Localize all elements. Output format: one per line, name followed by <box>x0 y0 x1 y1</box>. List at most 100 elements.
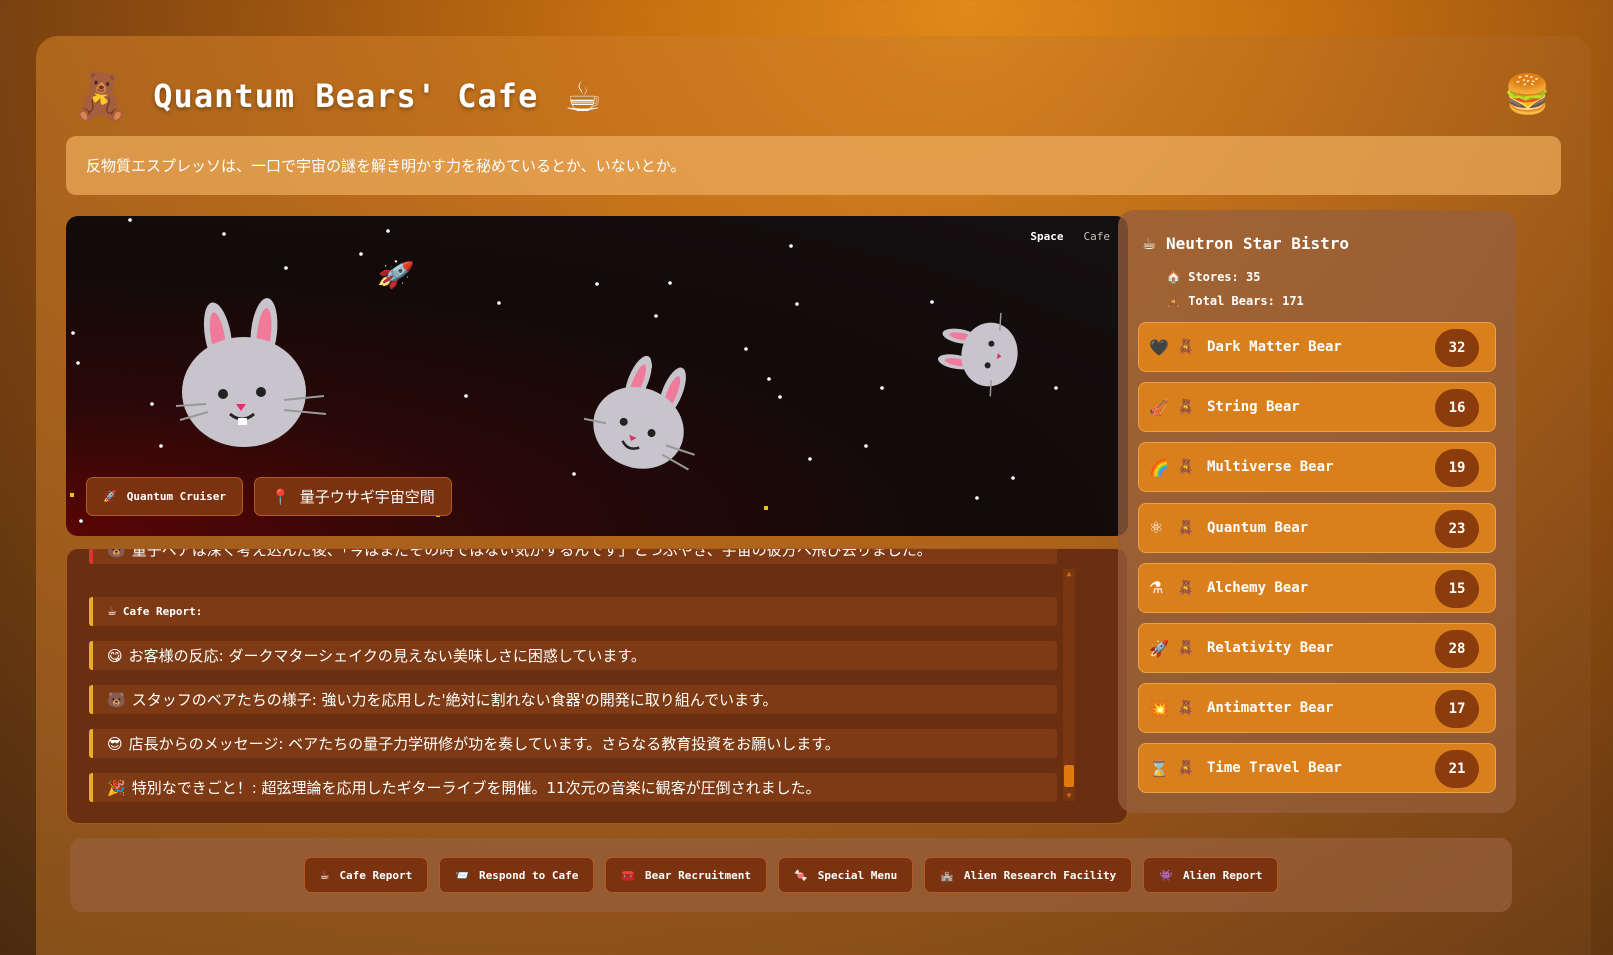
log-entry-text: 店長からのメッセージ: ベアたちの量子力学研修が功を奏しています。さらなる教育投… <box>128 735 840 753</box>
quantum-cruiser-label: Quantum Cruiser <box>126 490 227 503</box>
teddy-bear-icon: 🧸 <box>1177 760 1195 777</box>
location-button[interactable]: 📍 量子ウサギ宇宙空間 <box>254 477 452 516</box>
header: 🧸 Quantum Bears' Cafe ☕ <box>72 64 602 128</box>
bear-item-dark-matter-bear[interactable]: 🖤 🧸 Dark Matter Bear 32 <box>1138 322 1496 372</box>
bear-count-badge: 32 <box>1435 329 1479 367</box>
bunny-sprite-small[interactable] <box>929 299 1033 403</box>
button-label: Bear Recruitment <box>645 868 752 882</box>
teddy-bear-icon: 🧸 <box>1177 579 1195 596</box>
hamburger-menu-icon[interactable]: 🍔 <box>1504 72 1551 117</box>
scroll-thumb[interactable] <box>1064 765 1074 787</box>
coffee-cup-icon: ☕ <box>319 868 330 882</box>
button-label: Cafe Report <box>339 868 413 882</box>
event-log[interactable]: 🐻 量子ベアは深く考え込んだ後、「今はまだその時ではない気がするんです」とつぶやき… <box>66 548 1128 824</box>
log-entry-text: Cafe Report: <box>122 605 203 618</box>
special-menu-button[interactable]: 🍬 Special Menu <box>778 857 914 893</box>
coffee-cup-icon: ☕ <box>564 71 602 121</box>
bear-type-icon: 🎻 <box>1149 397 1169 417</box>
log-entry: ☕ Cafe Report: <box>89 597 1057 626</box>
scroll-up-arrow-icon[interactable]: ▲ <box>1063 569 1075 579</box>
log-scrollbar[interactable]: ▲ ▼ <box>1063 569 1075 801</box>
tab-cafe[interactable]: Cafe <box>1084 230 1111 243</box>
log-entry-text: お客様の反応: ダークマターシェイクの見えない美味しさに困惑しています。 <box>128 647 646 665</box>
button-label: Alien Report <box>1182 868 1263 882</box>
pin-icon: 📍 <box>271 487 290 506</box>
bear-item-time-travel-bear[interactable]: ⌛ 🧸 Time Travel Bear 21 <box>1138 743 1496 794</box>
log-entry-icon: 🐻 <box>107 548 126 559</box>
envelope-icon: 📨 <box>455 868 469 882</box>
teddy-bear-icon: 🧸 <box>1177 700 1195 717</box>
button-label: Respond to Cafe <box>479 868 579 882</box>
bear-recruitment-button[interactable]: 🧰 Bear Recruitment <box>605 857 768 893</box>
bear-type-icon: ⚛ <box>1149 518 1164 538</box>
bear-name: String Bear <box>1207 399 1300 416</box>
log-entry-text: スタッフのベアたちの様子: 強い力を応用した'絶対に割れない食器'の開発に取り組… <box>131 691 778 709</box>
location-label: 量子ウサギ宇宙空間 <box>299 488 435 506</box>
cafe-report-button[interactable]: ☕ Cafe Report <box>303 857 429 893</box>
bear-type-icon: 💥 <box>1149 698 1169 718</box>
teddy-bear-icon: 🧸 <box>1177 459 1195 476</box>
total-bears-stat: 🧸 Total Bears: 171 <box>1166 294 1304 308</box>
respond-to-cafe-button[interactable]: 📨 Respond to Cafe <box>439 857 595 893</box>
action-bar: ☕ Cafe Report 📨 Respond to Cafe 🧰 Bear Recrui… <box>70 838 1512 912</box>
quantum-cruiser-button[interactable]: 🚀 Quantum Cruiser <box>86 477 244 516</box>
bistro-name: Neutron Star Bistro <box>1165 234 1350 253</box>
log-entry-text: 量子ベアは深く考え込んだ後、「今はまだその時ではない気がするんです」とつぶやき、… <box>131 548 932 559</box>
bear-type-icon: 🚀 <box>1149 638 1169 658</box>
stores-count: Stores: 35 <box>1188 270 1261 284</box>
log-entry: 🐻 スタッフのベアたちの様子: 強い力を応用した'絶対に割れない食器'の開発に取り… <box>89 685 1057 714</box>
bear-item-relativity-bear[interactable]: 🚀 🧸 Relativity Bear 28 <box>1138 623 1496 673</box>
app-window: 🧸 Quantum Bears' Cafe ☕ 🍔 反物質エスプレッソは、一口で… <box>36 36 1591 955</box>
bear-type-icon: ⌛ <box>1149 758 1169 778</box>
bistro-panel: ☕ Neutron Star Bistro 🏠 Stores: 35 🧸 Tot… <box>1118 210 1516 813</box>
log-entry: 🐻 量子ベアは深く考え込んだ後、「今はまだその時ではない気がするんです」とつぶやき… <box>89 548 1057 564</box>
space-actions: 🚀 Quantum Cruiser 📍 量子ウサギ宇宙空間 <box>86 477 452 516</box>
alien-monster-icon: 👾 <box>1159 868 1173 882</box>
bear-item-antimatter-bear[interactable]: 💥 🧸 Antimatter Bear 17 <box>1138 683 1496 734</box>
tab-space[interactable]: Space <box>1030 230 1063 243</box>
log-entry-icon: ☕ <box>107 605 117 618</box>
rocket-icon: 🚀 <box>103 490 117 503</box>
alien-report-button[interactable]: 👾 Alien Report <box>1143 857 1279 893</box>
bear-item-multiverse-bear[interactable]: 🌈 🧸 Multiverse Bear 19 <box>1138 442 1496 493</box>
log-entry-icon: 🐻 <box>107 690 126 709</box>
scroll-down-arrow-icon[interactable]: ▼ <box>1063 791 1075 801</box>
bunny-sprite-large[interactable] <box>176 296 346 466</box>
toolbox-icon: 🧰 <box>621 868 636 882</box>
teddy-bear-icon: 🧸 <box>1177 640 1195 656</box>
bear-count-badge: 21 <box>1435 750 1479 789</box>
bear-name: Antimatter Bear <box>1207 700 1334 717</box>
page-title: Quantum Bears' Cafe <box>153 77 539 115</box>
bear-type-icon: ⚗ <box>1149 578 1164 598</box>
bear-type-icon: 🌈 <box>1149 457 1169 477</box>
candy-icon: 🍬 <box>794 868 808 882</box>
teddy-bear-icon: 🧸 <box>1166 294 1181 308</box>
log-entry: 😋 お客様の反応: ダークマターシェイクの見えない美味しさに困惑しています。 <box>89 641 1057 670</box>
space-view[interactable]: 🚀 Space Cafe 🚀 Quantum Cruiser 📍 量子ウサギ宇宙… <box>66 216 1128 536</box>
bear-type-icon: 🖤 <box>1149 337 1169 357</box>
bear-item-string-bear[interactable]: 🎻 🧸 String Bear 16 <box>1138 382 1496 433</box>
log-entry-icon: 😎 <box>107 734 123 753</box>
view-tabs: Space Cafe <box>1030 230 1110 243</box>
teddy-bear-icon: 🧸 <box>1177 339 1195 355</box>
bear-name: Alchemy Bear <box>1207 579 1309 596</box>
teddy-bear-logo-icon: 🧸 <box>72 68 130 123</box>
bear-name: Quantum Bear <box>1207 519 1309 536</box>
alien-research-facility-button[interactable]: 🏰 Alien Research Facility <box>924 857 1133 893</box>
bear-count-badge: 16 <box>1435 389 1479 428</box>
bear-item-quantum-bear[interactable]: ⚛ 🧸 Quantum Bear 23 <box>1138 502 1496 553</box>
bear-item-alchemy-bear[interactable]: ⚗ 🧸 Alchemy Bear 15 <box>1138 562 1496 613</box>
bear-count-badge: 19 <box>1435 449 1479 488</box>
teddy-bear-icon: 🧸 <box>1177 399 1195 416</box>
bistro-title: ☕ Neutron Star Bistro <box>1142 234 1349 253</box>
bear-name: Multiverse Bear <box>1207 459 1334 476</box>
rocket-icon: 🚀 <box>375 255 416 294</box>
bear-count-badge: 23 <box>1435 509 1479 548</box>
teddy-bear-icon: 🧸 <box>1177 519 1195 536</box>
coffee-cup-icon: ☕ <box>1142 234 1157 253</box>
bear-name: Dark Matter Bear <box>1207 339 1342 355</box>
bear-count-badge: 17 <box>1435 690 1479 729</box>
bear-count-badge: 15 <box>1435 569 1479 608</box>
log-entry-text: 特別なできごと！: 超弦理論を応用したギターライブを開催。11次元の音楽に観客が… <box>131 779 821 797</box>
house-icon: 🏠 <box>1166 270 1181 284</box>
